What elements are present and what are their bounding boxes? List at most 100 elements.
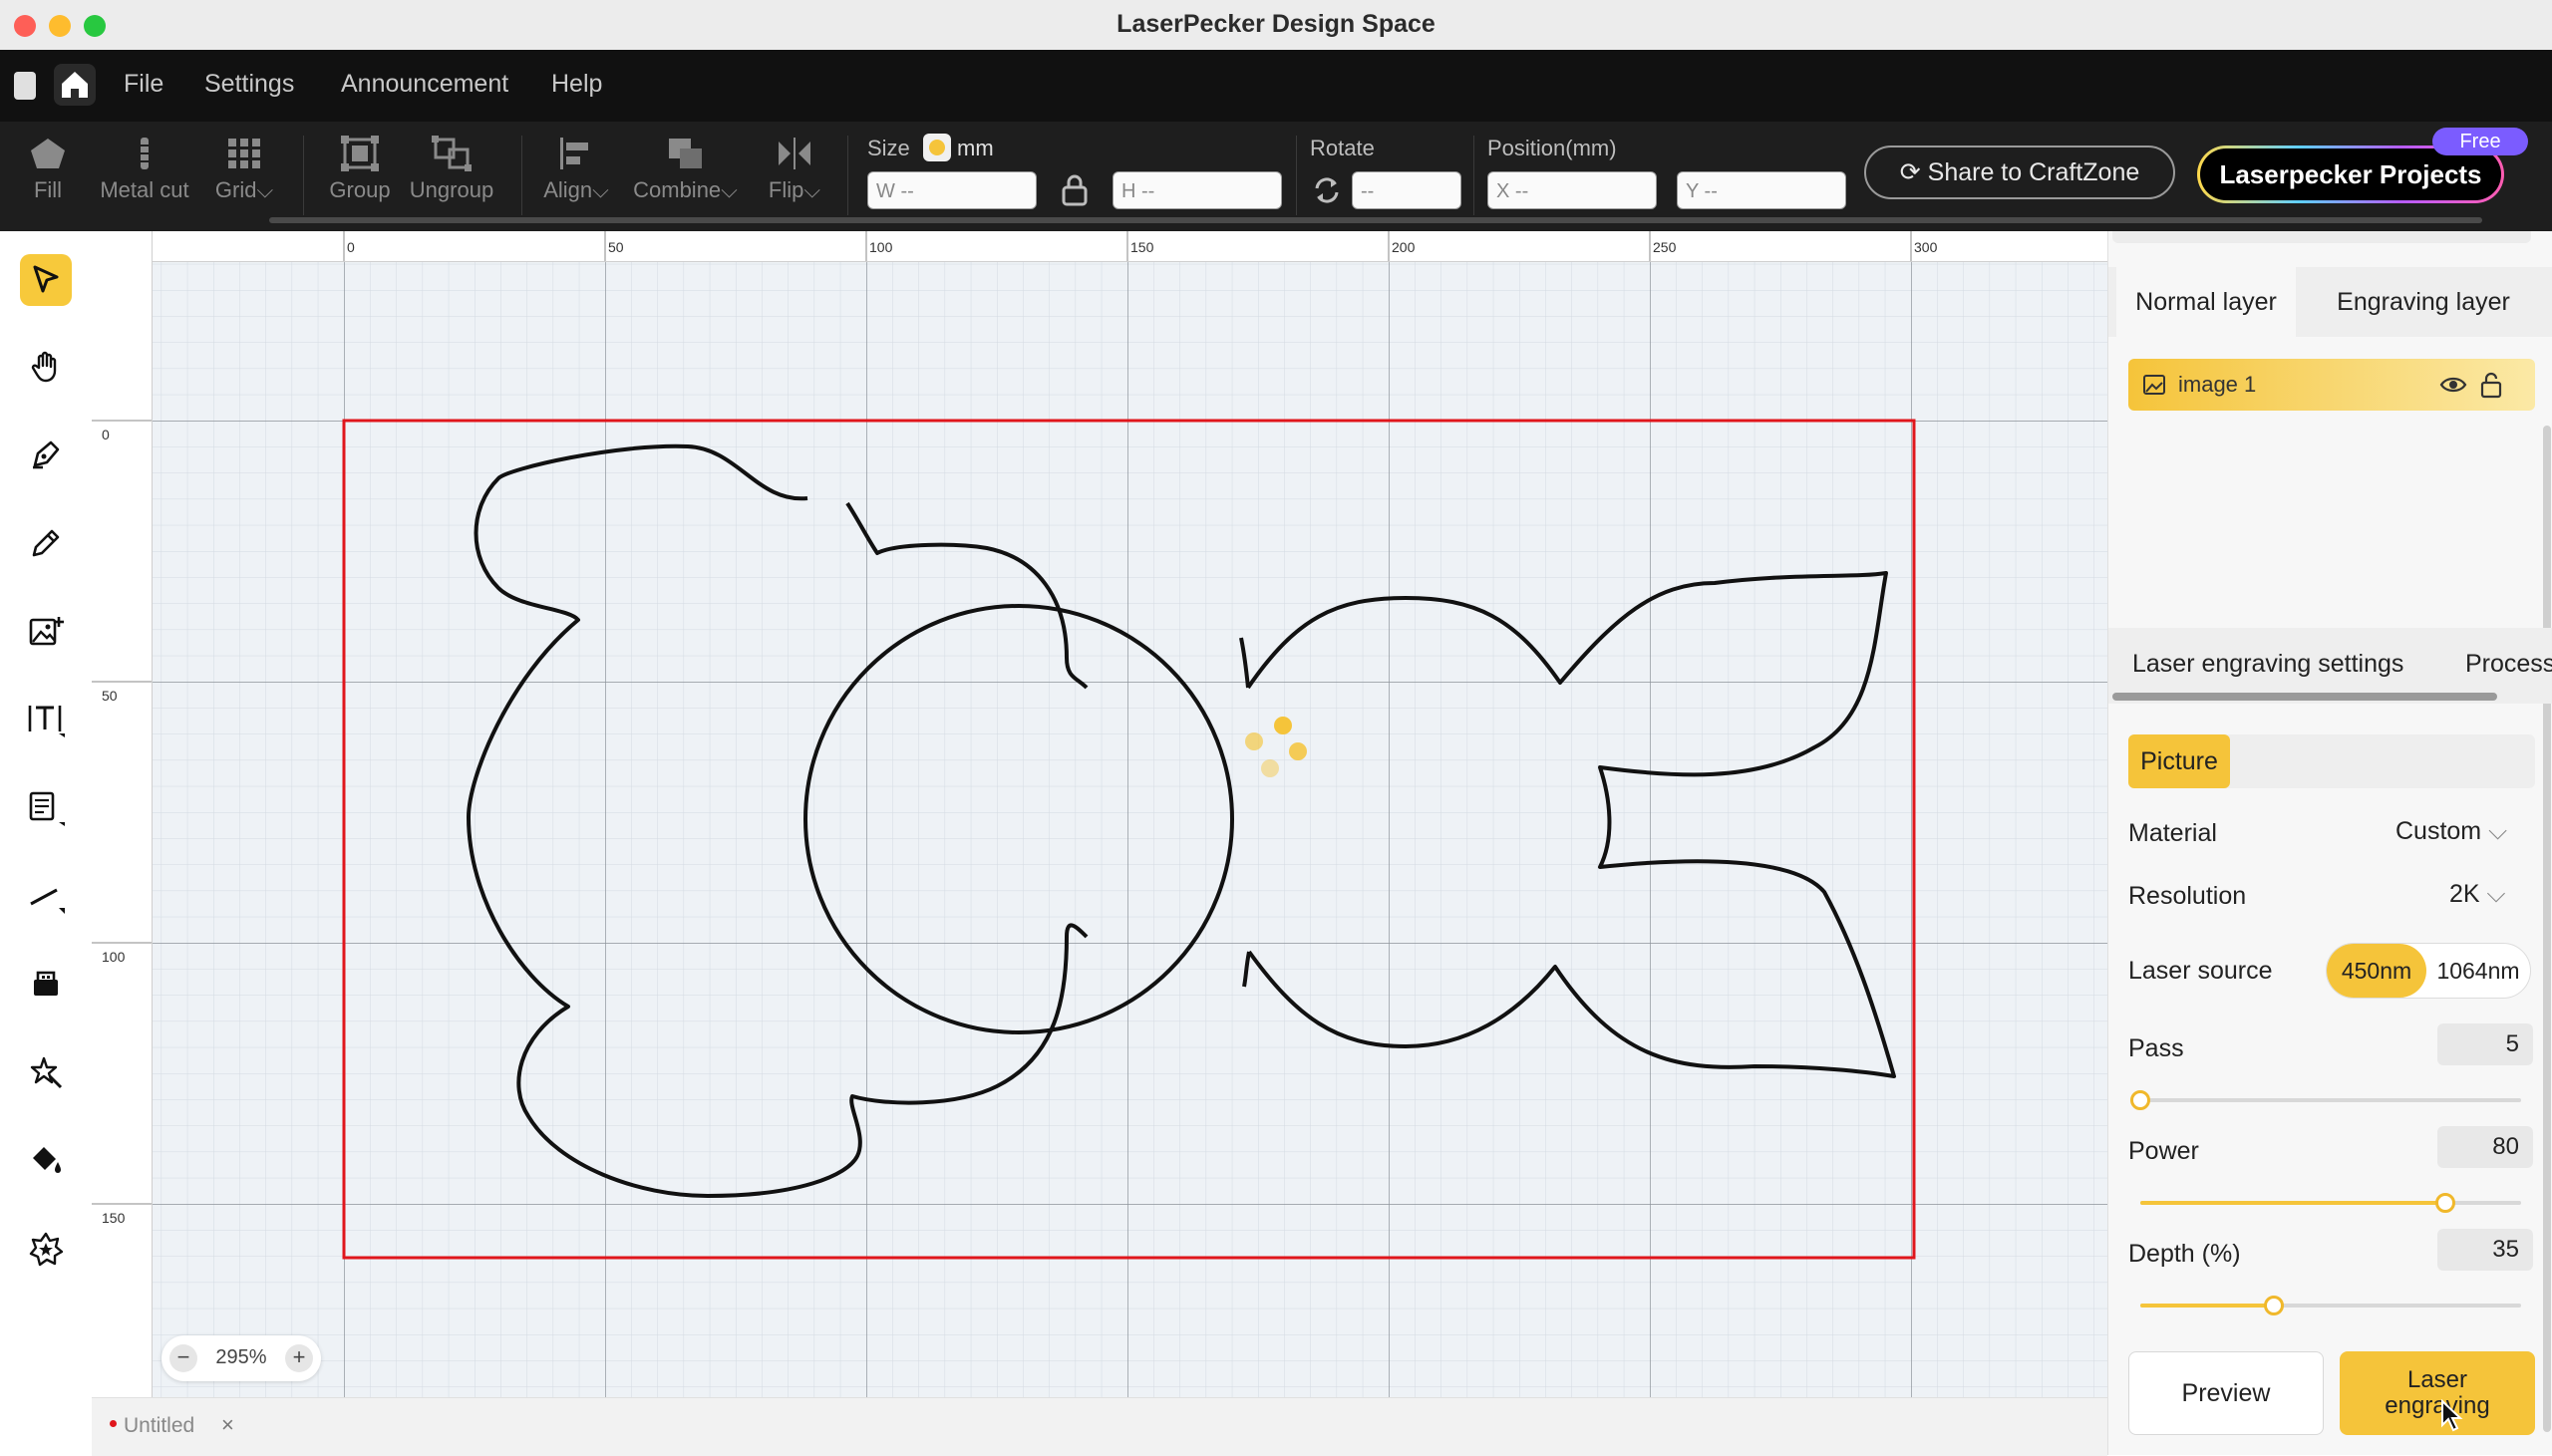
design-canvas[interactable]: 0 50 100 150 200 250 300 0 50 100 150 − … [92,231,2107,1397]
settings-tabs: Laser engraving settings Process [2108,628,2552,704]
depth-input[interactable]: 35 [2437,1229,2533,1271]
grid-label: Grid [214,177,257,202]
artboard-border [342,419,1916,1260]
fill-label: Fill [33,177,63,202]
share-label: Share to CraftZone [1927,158,2140,186]
zoom-in-button[interactable]: + [285,1344,313,1372]
y-prefix: Y [1686,180,1699,202]
toolbar-scrollbar[interactable] [269,217,2482,223]
lock-aspect-icon[interactable] [1059,173,1091,207]
metal-cut-icon [139,138,151,169]
pencil-tool[interactable] [20,517,72,569]
width-input[interactable]: W -- [867,171,1037,209]
window-title: LaserPecker Design Space [1116,10,1436,38]
image-layer-icon [2143,375,2165,395]
menu-file[interactable]: File [124,70,163,99]
tab-laser-engraving-settings[interactable]: Laser engraving settings [2132,650,2403,679]
menu-announcement[interactable]: Announcement [341,70,508,99]
pass-input[interactable]: 5 [2437,1023,2533,1065]
zoom-out-button[interactable]: − [169,1344,197,1372]
depth-slider[interactable] [2140,1296,2521,1315]
size-label: Size [867,136,910,160]
menu-help[interactable]: Help [551,70,602,99]
tab-normal-layer[interactable]: Normal layer [2116,267,2296,337]
combine-icon [668,139,702,168]
laser-1064nm-option[interactable]: 1064nm [2426,944,2530,998]
star-sticker-icon [29,1232,64,1267]
metal-cut-label: Metal cut [100,177,189,202]
preview-button[interactable]: Preview [2128,1351,2324,1435]
text-tool[interactable] [20,694,72,745]
pass-slider[interactable] [2130,1090,2521,1110]
tab-process[interactable]: Process [2465,650,2552,679]
resolution-value: 2K [2449,880,2480,908]
table-tool[interactable] [20,782,72,834]
rotate-icon[interactable] [1312,175,1342,205]
panel-scrollbar[interactable] [2543,426,2551,1432]
ungroup-button[interactable]: Ungroup [407,136,496,203]
close-tab-icon[interactable]: × [221,1412,234,1438]
usb-tool[interactable] [20,959,72,1011]
text-tool-icon [28,706,65,737]
flip-icon [779,138,810,169]
height-input[interactable]: H -- [1113,171,1282,209]
layer-item-image-1[interactable]: image 1 [2128,359,2535,411]
y-input[interactable]: Y -- [1677,171,1846,209]
home-button[interactable] [54,64,96,106]
hand-tool[interactable] [20,341,72,393]
power-slider-knob[interactable] [2434,1193,2455,1213]
metal-cut-button[interactable]: Metal cut [95,136,194,203]
laser-engraving-button[interactable]: Laser engraving [2340,1351,2535,1435]
group-button[interactable]: Group [325,136,395,203]
artwork-layer [342,419,1916,1260]
projects-label: Laserpecker Projects [2200,148,2501,200]
tabs-scrollbar[interactable] [2112,693,2497,701]
layer-name: image 1 [2178,372,2257,397]
home-icon [62,72,88,98]
align-icon [560,138,588,169]
depth-slider-knob[interactable] [2263,1296,2284,1315]
unlock-icon[interactable] [2479,371,2503,399]
fill-button[interactable]: Fill [18,136,78,203]
resolution-select[interactable]: 2K ⌵ [2449,880,2506,909]
magic-tool[interactable] [20,1046,72,1098]
width-placeholder: -- [900,180,914,202]
x-input[interactable]: X -- [1487,171,1657,209]
loading-spinner-icon [1245,717,1307,777]
power-input[interactable]: 80 [2437,1126,2533,1168]
mode-picture[interactable]: Picture [2128,734,2230,788]
material-select[interactable]: Custom ⌵ [2395,817,2507,846]
unit-toggle-dot-icon [929,140,945,155]
menu-settings[interactable]: Settings [204,70,294,99]
combine-dropdown[interactable]: Combine⌵ [628,136,743,203]
add-image-tool[interactable] [20,606,72,658]
height-prefix: H [1121,180,1136,202]
unit-toggle[interactable] [923,134,951,161]
laser-source-label: Laser source [2128,957,2273,985]
group-icon [341,136,379,171]
line-tool[interactable] [20,870,72,922]
pass-slider-knob[interactable] [2130,1090,2150,1110]
paint-bucket-icon [33,1147,61,1173]
tab-engraving-layer[interactable]: Engraving layer [2314,267,2533,337]
document-tab[interactable]: Untitled × [110,1406,249,1446]
material-value: Custom [2395,817,2482,845]
laser-450nm-option[interactable]: 450nm [2327,944,2426,998]
star-sticker-tool[interactable] [20,1223,72,1275]
collapsed-section-edge [2112,231,2531,243]
paint-bucket-tool[interactable] [20,1134,72,1186]
rotate-input[interactable]: -- [1352,171,1461,209]
free-badge: Free [2432,128,2528,155]
power-slider[interactable] [2140,1193,2521,1213]
pen-tool[interactable] [20,429,72,480]
select-tool[interactable] [20,254,72,306]
flip-dropdown[interactable]: Flip⌵ [760,136,829,203]
image-1-shape[interactable] [467,443,1896,1198]
grid-button[interactable]: Grid⌵ [209,136,279,203]
select-tool-icon [33,265,59,293]
eye-icon[interactable] [2439,373,2467,397]
share-to-craftzone-button[interactable]: ⟳ Share to CraftZone [1864,146,2175,199]
line-tool-icon [30,888,65,914]
align-dropdown[interactable]: Align⌵ [538,136,614,203]
y-placeholder: -- [1704,180,1718,202]
